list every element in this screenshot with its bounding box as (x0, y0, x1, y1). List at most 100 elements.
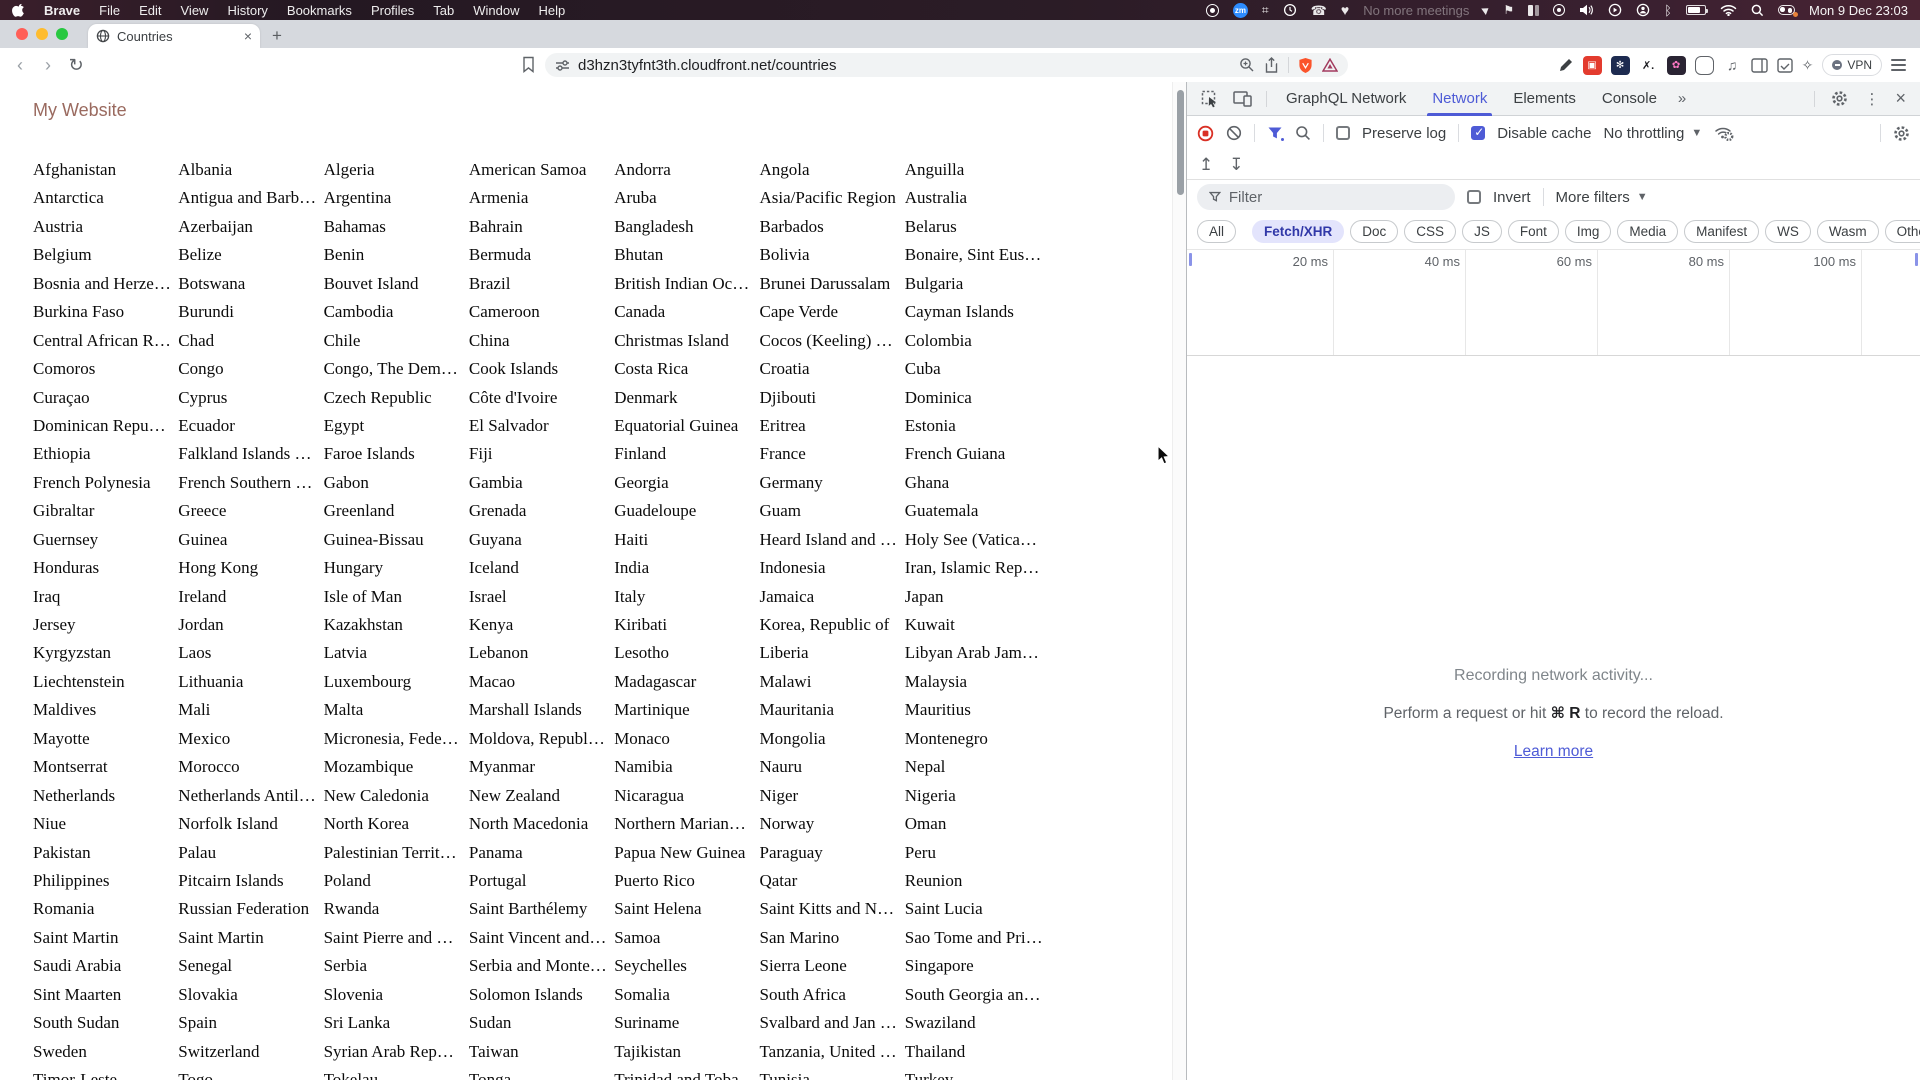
filter-chip-js[interactable]: JS (1462, 220, 1502, 243)
extension-icon-flower[interactable]: ✿ (1666, 55, 1686, 75)
network-overview-timeline[interactable]: 20 ms 40 ms 60 ms 80 ms 100 ms (1187, 250, 1920, 356)
menu-item-file[interactable]: File (99, 3, 120, 18)
close-window-button[interactable] (16, 28, 28, 40)
address-bar[interactable]: d3hzn3tyfnt3th.cloudfront.net/countries (545, 53, 1348, 77)
leo-ai-icon[interactable]: ✧ (1802, 57, 1814, 74)
extension-icon-x[interactable]: ✗. (1638, 55, 1658, 75)
extension-icon-snowflake[interactable]: ✻ (1610, 55, 1630, 75)
share-icon[interactable] (1264, 56, 1279, 74)
window-manager-icon[interactable] (1528, 2, 1540, 18)
menu-item-bookmarks[interactable]: Bookmarks (287, 3, 352, 18)
volume-icon[interactable] (1579, 2, 1594, 18)
filter-chip-ws[interactable]: WS (1765, 220, 1811, 243)
filter-chip-manifest[interactable]: Manifest (1684, 220, 1760, 243)
menu-item-window[interactable]: Window (473, 3, 519, 18)
forward-button[interactable]: › (34, 55, 62, 76)
search-network-icon[interactable] (1295, 125, 1311, 141)
filter-chip-wasm[interactable]: Wasm (1816, 220, 1879, 243)
device-toolbar-icon[interactable] (1227, 90, 1258, 107)
play-circle-icon[interactable] (1608, 2, 1622, 18)
bookmark-icon[interactable] (521, 56, 536, 73)
battery-icon[interactable] (1685, 5, 1708, 15)
zoom-app-icon[interactable]: zm (1232, 2, 1248, 18)
sidebar-toggle-icon[interactable] (1750, 57, 1768, 73)
brave-rewards-bat-icon[interactable] (1322, 58, 1338, 72)
heart-app-icon[interactable]: ♥ (1341, 2, 1349, 18)
devtools-tab-graphql-network[interactable]: GraphQL Network (1273, 82, 1419, 116)
back-button[interactable]: ‹ (6, 55, 34, 76)
menu-item-brave[interactable]: Brave (44, 3, 80, 18)
export-har-icon[interactable]: ↧ (1229, 155, 1243, 175)
timer-icon[interactable] (1553, 4, 1566, 16)
disable-cache-checkbox[interactable] (1471, 125, 1486, 140)
record-status-icon[interactable] (1205, 3, 1219, 17)
menu-item-help[interactable]: Help (539, 3, 566, 18)
network-conditions-icon[interactable] (1714, 125, 1734, 141)
menu-item-history[interactable]: History (227, 3, 267, 18)
control-center-icon[interactable] (1777, 5, 1798, 17)
filter-chip-fetch-xhr[interactable]: Fetch/XHR (1252, 220, 1345, 243)
menu-item-edit[interactable]: Edit (139, 3, 161, 18)
disable-cache-label[interactable]: Disable cache (1497, 125, 1591, 142)
filter-toggle-icon[interactable] (1267, 126, 1285, 142)
invert-label[interactable]: Invert (1493, 189, 1531, 206)
zoom-window-button[interactable] (56, 28, 68, 40)
spotlight-search-icon[interactable] (1751, 2, 1764, 18)
scrollbar-thumb[interactable] (1177, 90, 1184, 195)
reading-list-icon[interactable] (1776, 57, 1793, 73)
filter-chip-img[interactable]: Img (1564, 220, 1612, 243)
throttling-dropdown[interactable]: No throttling ▼ (1603, 125, 1702, 142)
more-filters-dropdown[interactable]: More filters ▼ (1556, 189, 1648, 206)
menu-item-profiles[interactable]: Profiles (371, 3, 414, 18)
bluetooth-icon[interactable]: ᛒ (1664, 2, 1672, 18)
record-network-log-button[interactable] (1197, 125, 1214, 142)
grid-app-icon[interactable]: ⌗ (1262, 2, 1269, 18)
zoom-page-icon[interactable] (1239, 57, 1255, 73)
timeline-left-handle[interactable] (1189, 253, 1192, 266)
browser-tab-countries[interactable]: Countries × (88, 24, 260, 48)
url-text[interactable]: d3hzn3tyfnt3th.cloudfront.net/countries (578, 57, 1231, 74)
devtools-tab-elements[interactable]: Elements (1500, 82, 1589, 116)
import-har-icon[interactable]: ↥ (1199, 155, 1213, 175)
inspect-element-icon[interactable] (1195, 90, 1225, 108)
reload-button[interactable]: ↻ (62, 55, 90, 76)
extension-icon-music[interactable]: ♫ (1723, 56, 1742, 75)
apple-menu-icon[interactable] (12, 2, 25, 18)
cursor-app-icon[interactable] (1481, 2, 1492, 18)
filter-chip-media[interactable]: Media (1617, 220, 1679, 243)
invert-checkbox[interactable] (1467, 190, 1481, 204)
more-tabs-icon[interactable]: » (1670, 90, 1694, 107)
site-settings-icon[interactable] (555, 59, 570, 72)
network-settings-icon[interactable] (1893, 125, 1910, 142)
wifi-icon[interactable] (1720, 2, 1737, 18)
clear-network-log-icon[interactable] (1226, 125, 1242, 141)
devtools-settings-icon[interactable] (1831, 90, 1848, 107)
filter-input-pill[interactable] (1197, 184, 1455, 210)
browser-menu-icon[interactable] (1891, 59, 1906, 71)
extension-icon-red[interactable]: ▣ (1582, 55, 1602, 75)
timeline-right-handle[interactable] (1915, 253, 1918, 266)
filter-chip-font[interactable]: Font (1507, 220, 1559, 243)
user-status-icon[interactable] (1636, 2, 1650, 18)
learn-more-link[interactable]: Learn more (1514, 743, 1593, 761)
devtools-close-icon[interactable]: × (1895, 88, 1906, 109)
flag-app-icon[interactable]: ⚑ (1503, 2, 1514, 18)
minimize-window-button[interactable] (36, 28, 48, 40)
menu-bar-clock[interactable]: Mon 9 Dec 23:03 (1809, 3, 1908, 18)
phone-app-icon[interactable]: ☎ (1311, 2, 1327, 18)
new-tab-button[interactable]: + (272, 26, 282, 46)
preserve-log-label[interactable]: Preserve log (1362, 125, 1446, 142)
filter-chip-other[interactable]: Other (1884, 220, 1920, 243)
filter-input[interactable] (1228, 188, 1443, 206)
tab-close-icon[interactable]: × (244, 29, 252, 43)
menu-item-view[interactable]: View (181, 3, 209, 18)
preserve-log-checkbox[interactable] (1336, 126, 1350, 140)
devtools-tab-console[interactable]: Console (1589, 82, 1670, 116)
filter-chip-doc[interactable]: Doc (1350, 220, 1399, 243)
extension-icon-squircle[interactable] (1694, 55, 1714, 75)
devtools-more-options-icon[interactable]: ⋮ (1864, 90, 1879, 108)
brave-shields-icon[interactable] (1298, 57, 1313, 74)
vpn-button[interactable]: VPN (1822, 54, 1882, 76)
clock-app-icon[interactable] (1283, 2, 1297, 18)
filter-chip-css[interactable]: CSS (1404, 220, 1457, 243)
